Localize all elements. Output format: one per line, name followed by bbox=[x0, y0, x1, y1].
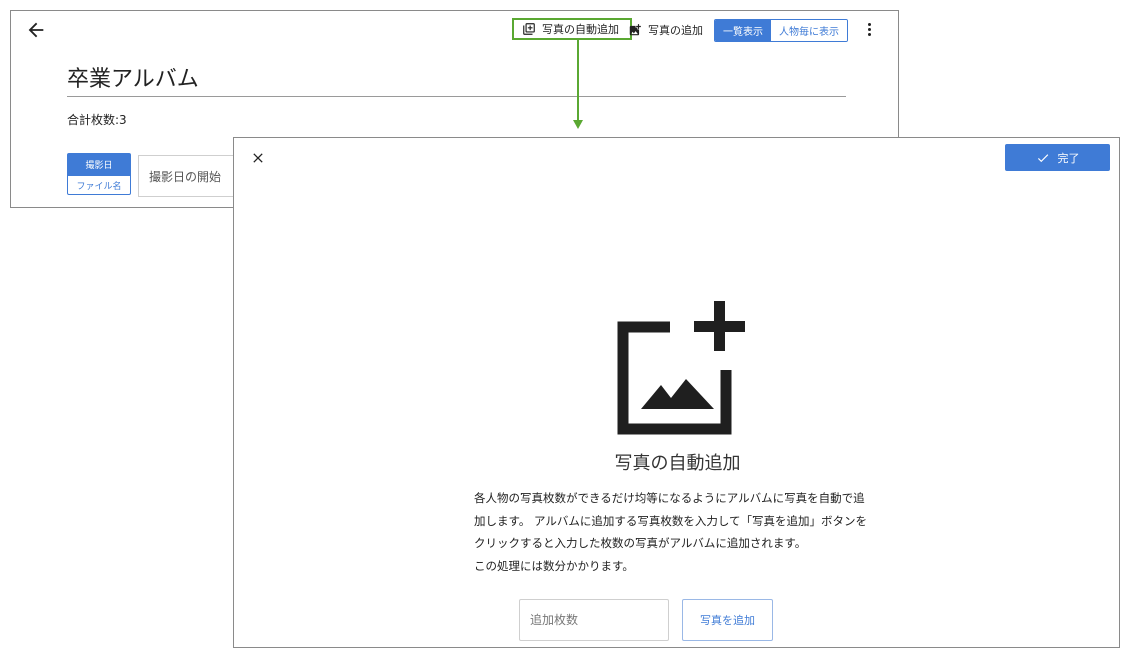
callout-arrowhead bbox=[573, 120, 583, 129]
description-line: この処理には数分かかります。 bbox=[474, 558, 634, 573]
description-line: 加します。 アルバムに追加する写真枚数を入力して「写真を追加」ボタンを bbox=[474, 513, 868, 528]
add-photo-button[interactable]: 写真の追加 bbox=[628, 20, 703, 40]
sort-by-filename-button[interactable]: ファイル名 bbox=[67, 175, 131, 195]
add-photo-icon bbox=[629, 24, 641, 36]
done-label: 完了 bbox=[1057, 151, 1080, 165]
close-icon[interactable] bbox=[250, 150, 266, 166]
sort-toggle: 撮影日 ファイル名 bbox=[67, 153, 131, 195]
view-by-person-button[interactable]: 人物毎に表示 bbox=[771, 20, 847, 41]
auto-add-dialog: 完了 写真の自動追加 各人物の写真枚数ができるだけ均等になるようにアルバムに写真… bbox=[233, 137, 1120, 648]
dialog-heading: 写真の自動追加 bbox=[614, 453, 741, 474]
photo-count-input[interactable] bbox=[519, 599, 669, 641]
dialog-description: 各人物の写真枚数ができるだけ均等になるようにアルバムに写真を自動で追 加します。… bbox=[474, 487, 894, 577]
view-list-button[interactable]: 一覧表示 bbox=[715, 20, 771, 41]
add-photo-large-icon bbox=[617, 301, 745, 435]
add-photos-button[interactable]: 写真を追加 bbox=[682, 599, 773, 641]
auto-add-photo-button[interactable]: 写真の自動追加 bbox=[512, 18, 632, 40]
arrow-left-icon[interactable] bbox=[25, 19, 47, 41]
sort-by-date-button[interactable]: 撮影日 bbox=[67, 153, 131, 175]
auto-add-photo-label: 写真の自動追加 bbox=[542, 23, 619, 36]
description-line: 各人物の写真枚数ができるだけ均等になるようにアルバムに写真を自動で追 bbox=[474, 491, 865, 505]
callout-line bbox=[577, 40, 579, 120]
auto-add-photo-icon bbox=[523, 23, 535, 35]
total-count: 合計枚数:3 bbox=[67, 113, 127, 127]
add-photo-label: 写真の追加 bbox=[648, 24, 703, 37]
description-line: クリックすると入力した枚数の写真がアルバムに追加されます。 bbox=[474, 536, 807, 550]
album-title: 卒業アルバム bbox=[67, 67, 199, 92]
view-mode-toggle: 一覧表示 人物毎に表示 bbox=[714, 19, 848, 42]
title-divider bbox=[67, 96, 846, 97]
done-button[interactable]: 完了 bbox=[1005, 144, 1110, 171]
check-icon bbox=[1037, 153, 1048, 162]
more-vert-icon[interactable] bbox=[863, 21, 875, 39]
